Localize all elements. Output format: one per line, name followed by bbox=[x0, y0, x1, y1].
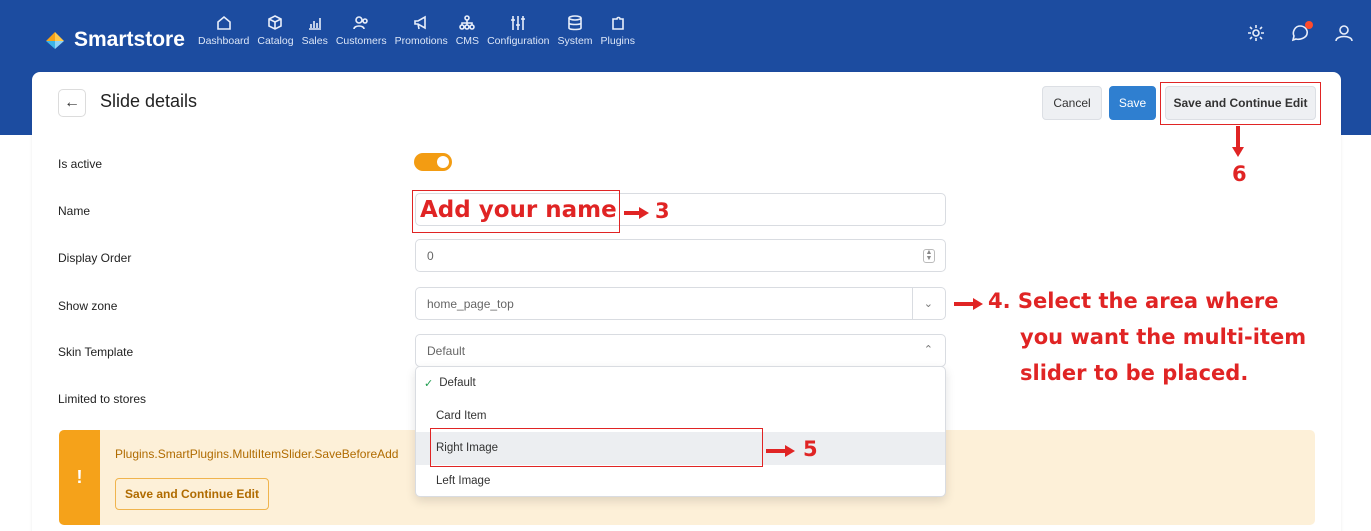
sitemap-icon bbox=[459, 15, 476, 30]
home-icon bbox=[216, 15, 231, 30]
nav-label: Catalog bbox=[257, 35, 294, 47]
skin-template-label: Skin Template bbox=[58, 345, 134, 359]
nav-plugins[interactable]: Plugins bbox=[597, 14, 639, 47]
warning-icon: ! bbox=[59, 430, 100, 525]
nav-cms[interactable]: CMS bbox=[452, 14, 483, 47]
puzzle-icon bbox=[611, 16, 624, 30]
annotation-name-hint: Add your name bbox=[420, 197, 617, 223]
brand-name: Smartstore bbox=[74, 28, 185, 51]
nav-label: Sales bbox=[301, 35, 328, 47]
annotation-step-3: 3 bbox=[655, 199, 670, 223]
number-stepper-icon[interactable]: ▲ ▼ bbox=[923, 249, 935, 263]
annotation-step-4-line2: you want the multi-item bbox=[1020, 325, 1307, 349]
smartstore-logo-icon bbox=[44, 29, 66, 51]
annotation-step-6: 6 bbox=[1232, 162, 1247, 186]
chevron-up-icon: ⌃ bbox=[923, 344, 933, 356]
dropdown-option-left-image[interactable]: Left Image bbox=[416, 465, 945, 497]
annotation-arrow-3-line bbox=[624, 211, 640, 215]
user-icon[interactable] bbox=[1333, 22, 1355, 44]
back-button[interactable]: ← bbox=[58, 89, 86, 117]
option-label: Default bbox=[439, 377, 476, 390]
annotation-step-4-line3: slider to be placed. bbox=[1020, 361, 1249, 385]
annotation-arrow-4-line bbox=[954, 302, 974, 306]
nav-customers[interactable]: Customers bbox=[332, 14, 391, 47]
nav-sales[interactable]: Sales bbox=[298, 14, 332, 47]
annotation-arrow-3-head bbox=[639, 207, 649, 219]
brand-logo-link[interactable]: Smartstore bbox=[44, 20, 185, 60]
users-icon bbox=[353, 16, 369, 30]
nav-label: CMS bbox=[455, 35, 480, 47]
annotation-arrow-5-head bbox=[785, 445, 795, 457]
nav-promotions[interactable]: Promotions bbox=[391, 14, 452, 47]
arrow-left-icon: ← bbox=[64, 94, 80, 111]
nav-dashboard[interactable]: Dashboard bbox=[194, 14, 253, 47]
annotation-box-save-continue bbox=[1160, 82, 1321, 125]
check-icon: ✓ bbox=[424, 377, 434, 390]
chevron-down-icon: ⌄ bbox=[923, 298, 933, 310]
nav-label: Promotions bbox=[394, 35, 448, 47]
nav-label: Configuration bbox=[487, 35, 550, 47]
annotation-step-4: 4. Select the area where bbox=[988, 289, 1279, 313]
annotation-arrow-4-head bbox=[973, 298, 983, 310]
box-icon bbox=[268, 15, 283, 30]
skin-template-select[interactable]: Default ⌃ bbox=[415, 334, 946, 367]
notification-dot bbox=[1305, 21, 1313, 29]
cancel-button[interactable]: Cancel bbox=[1042, 86, 1102, 120]
display-order-label: Display Order bbox=[58, 251, 132, 265]
display-order-input[interactable]: 0 ▲ ▼ bbox=[415, 239, 946, 272]
annotation-step-5: 5 bbox=[803, 437, 818, 461]
nav-system[interactable]: System bbox=[554, 14, 597, 47]
alert-save-continue-button[interactable]: Save and Continue Edit bbox=[115, 478, 269, 510]
is-active-toggle[interactable] bbox=[414, 153, 452, 171]
alert-message: Plugins.SmartPlugins.MultiItemSlider.Sav… bbox=[115, 447, 399, 461]
annotation-arrow-5-line bbox=[766, 449, 786, 453]
gear-icon[interactable] bbox=[1245, 22, 1267, 44]
nav-label: Customers bbox=[335, 35, 387, 47]
nav-configuration[interactable]: Configuration bbox=[483, 14, 553, 47]
annotation-arrow-6-line bbox=[1236, 126, 1240, 148]
nav-catalog[interactable]: Catalog bbox=[253, 14, 297, 47]
name-label: Name bbox=[58, 204, 91, 218]
sliders-icon bbox=[511, 16, 526, 30]
nav-label: System bbox=[557, 35, 593, 47]
annotation-arrow-6-head bbox=[1232, 147, 1244, 157]
chart-icon bbox=[308, 18, 321, 30]
display-order-value: 0 bbox=[427, 248, 434, 263]
option-label: Card Item bbox=[436, 409, 487, 422]
annotation-box-right-image bbox=[430, 428, 763, 467]
database-icon bbox=[568, 15, 582, 31]
megaphone-icon bbox=[414, 15, 426, 30]
nav-label: Plugins bbox=[600, 35, 635, 47]
show-zone-select[interactable]: home_page_top ⌄ bbox=[415, 287, 946, 320]
show-zone-value: home_page_top bbox=[427, 296, 514, 311]
option-label: Left Image bbox=[436, 474, 491, 487]
select-divider bbox=[912, 288, 913, 319]
main-nav: Dashboard Catalog Sales Customers Promot… bbox=[194, 14, 639, 47]
skin-template-value: Default bbox=[427, 343, 466, 358]
save-button[interactable]: Save bbox=[1109, 86, 1156, 120]
limited-stores-label: Limited to stores bbox=[58, 392, 147, 406]
nav-label: Dashboard bbox=[198, 35, 250, 47]
help-button[interactable] bbox=[1289, 21, 1313, 49]
is-active-label: Is active bbox=[58, 157, 103, 171]
top-right-tools bbox=[1245, 21, 1371, 49]
show-zone-label: Show zone bbox=[58, 299, 118, 313]
dropdown-option-default[interactable]: ✓ Default bbox=[416, 367, 945, 400]
page-title: Slide details bbox=[100, 91, 198, 111]
